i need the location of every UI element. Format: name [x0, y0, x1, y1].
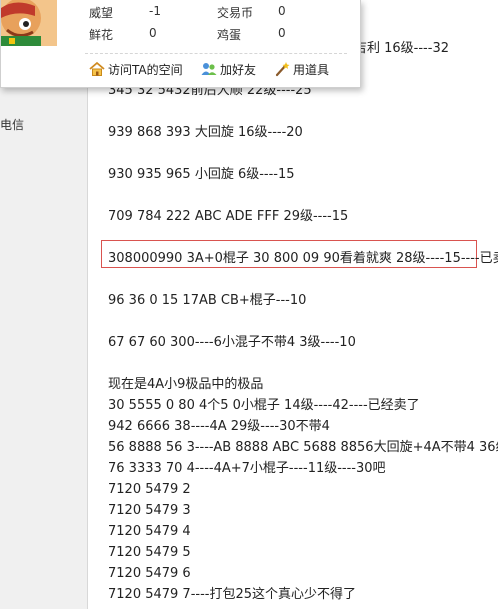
post-line: 30 5555 0 80 4个5 0小棍子 14级----42----已经卖了 [108, 398, 420, 413]
post-line: 930 935 965 小回旋 6级----15 [108, 167, 295, 182]
add-friend-label: 加好友 [220, 62, 257, 77]
post-line: 56 8888 56 3----AB 8888 ABC 5688 8856大回旋… [108, 440, 498, 455]
use-item-link[interactable]: 用道具 [274, 61, 329, 77]
avatar[interactable] [1, 0, 57, 46]
divider [85, 53, 347, 54]
user-info-popup: 威望 -1 交易币 0 鲜花 0 鸡蛋 0 访问TA的空间 加好友 用道具 [0, 0, 361, 88]
trade-coin-label: 交易币 [217, 6, 254, 20]
eggs-label: 鸡蛋 [217, 28, 242, 42]
use-item-label: 用道具 [293, 62, 330, 77]
post-line-highlighted: 308000990 3A+0棍子 30 800 09 90看着就爽 28级---… [108, 251, 498, 266]
post-line: 709 784 222 ABC ADE FFF 29级----15 [108, 209, 349, 224]
prestige-value: -1 [149, 4, 161, 18]
visit-space-label: 访问TA的空间 [108, 62, 183, 77]
post-line: 7120 5479 4 [108, 524, 191, 539]
post-line: 现在是4A小9极品中的极品 [108, 377, 264, 392]
post-line: 96 36 0 15 17AB CB+棍子---10 [108, 293, 307, 308]
flowers-label: 鲜花 [89, 28, 114, 42]
post-line: 吉利 16级----32 [354, 41, 449, 56]
post-line: 7120 5479 7----打包25这个真心少不得了 [108, 587, 357, 602]
post-content: 吉利 16级----32 345 32 5432前后大顺 22级----25 9… [88, 0, 498, 609]
isp-label: 电信 [0, 118, 25, 132]
flowers-value: 0 [149, 26, 157, 40]
prestige-label: 威望 [89, 6, 114, 20]
post-line: 7120 5479 6 [108, 566, 191, 581]
add-friend-link[interactable]: 加好友 [201, 61, 256, 77]
post-line: 7120 5479 2 [108, 482, 191, 497]
visit-space-link[interactable]: 访问TA的空间 [89, 61, 183, 77]
left-sidebar: 电信 [0, 0, 88, 609]
post-line: 942 6666 38----4A 29级----30不带4 [108, 419, 330, 434]
post-line: 7120 5479 3 [108, 503, 191, 518]
post-line: 7120 5479 5 [108, 545, 191, 560]
magic-wand-icon [274, 61, 290, 77]
post-line: 76 3333 70 4----4A+7小棍子----11级----30吧 [108, 461, 386, 476]
post-line: 67 67 60 300----6小混子不带4 3级----10 [108, 335, 356, 350]
eggs-value: 0 [278, 26, 286, 40]
home-icon [89, 61, 105, 77]
trade-coin-value: 0 [278, 4, 286, 18]
post-line: 939 868 393 大回旋 16级----20 [108, 125, 303, 140]
add-friend-icon [201, 61, 217, 77]
